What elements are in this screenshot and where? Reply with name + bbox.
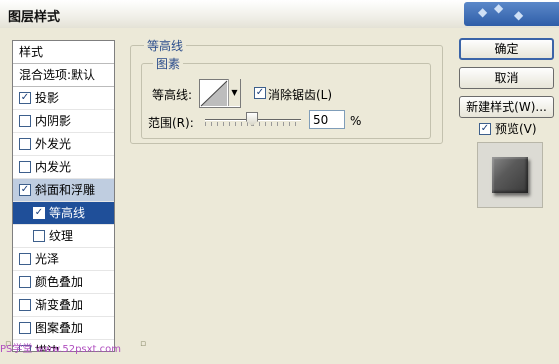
- titlebar: 图层样式 ◆ ◆ ◆: [0, 0, 559, 29]
- antialias-label[interactable]: 消除锯齿(L): [268, 86, 332, 103]
- ok-button[interactable]: 确定: [459, 38, 554, 60]
- close-button-area[interactable]: ◆ ◆ ◆: [464, 1, 559, 26]
- style-item-2[interactable]: 内阴影: [13, 110, 114, 133]
- style-item-label: 投影: [35, 91, 60, 105]
- style-checkbox[interactable]: [19, 275, 31, 288]
- preview-toggle[interactable]: ✓ 预览(V): [479, 120, 537, 137]
- range-input[interactable]: 50: [309, 110, 345, 129]
- contour-label: 等高线:: [152, 88, 193, 102]
- style-list-header: 样式: [13, 41, 114, 64]
- preview-checkbox[interactable]: ✓: [479, 122, 491, 135]
- style-item-label: 外发光: [35, 137, 72, 151]
- blend-options-item[interactable]: 混合选项:默认: [13, 64, 114, 87]
- style-item-5[interactable]: ✓ 斜面和浮雕: [13, 179, 114, 202]
- style-item-label: 纹理: [49, 229, 74, 243]
- style-item-label: 颜色叠加: [35, 275, 84, 289]
- style-checkbox[interactable]: [33, 229, 45, 242]
- preview-label[interactable]: 预览(V): [495, 122, 537, 136]
- style-item-7[interactable]: 纹理: [13, 225, 114, 248]
- style-item-label: 内发光: [35, 160, 72, 174]
- elements-group-title: 图素: [153, 55, 184, 72]
- style-item-label: 图案叠加: [35, 321, 84, 335]
- watermark: PS学堂 www.52psxt.com: [0, 344, 122, 355]
- style-checkbox[interactable]: [19, 160, 31, 173]
- style-item-label: 等高线: [49, 206, 86, 220]
- contour-curve-icon: [200, 80, 228, 107]
- resize-grip-icon: ▫: [140, 339, 147, 349]
- style-checkbox[interactable]: [19, 321, 31, 334]
- new-style-button[interactable]: 新建样式(W)...: [459, 96, 554, 118]
- style-item-label: 渐变叠加: [35, 298, 84, 312]
- style-checkbox[interactable]: [19, 298, 31, 311]
- style-item-8[interactable]: 光泽: [13, 248, 114, 271]
- style-checkbox[interactable]: ✓: [19, 91, 31, 104]
- style-item-1[interactable]: ✓ 投影: [13, 87, 114, 110]
- contour-dropdown-arrow[interactable]: ▼: [228, 79, 240, 106]
- style-item-11[interactable]: 图案叠加: [13, 317, 114, 340]
- style-checkbox[interactable]: ✓: [19, 183, 31, 196]
- style-item-label: 光泽: [35, 252, 60, 266]
- style-list: 样式 混合选项:默认 ✓ 投影内阴影外发光内发光 ✓ 斜面和浮雕 ✓ 等高线纹理光泽颜色叠…: [12, 40, 115, 352]
- style-item-4[interactable]: 内发光: [13, 156, 114, 179]
- cancel-button[interactable]: 取消: [459, 67, 554, 89]
- window-title: 图层样式: [8, 10, 61, 25]
- style-item-9[interactable]: 颜色叠加: [13, 271, 114, 294]
- contour-group-title: 等高线: [144, 37, 187, 54]
- style-checkbox[interactable]: [19, 252, 31, 265]
- preview-thumbnail: [477, 142, 543, 208]
- style-checkbox[interactable]: [19, 114, 31, 127]
- style-item-6[interactable]: ✓ 等高线: [13, 202, 114, 225]
- style-item-10[interactable]: 渐变叠加: [13, 294, 114, 317]
- preview-swatch: [492, 157, 528, 193]
- style-checkbox[interactable]: ✓: [33, 206, 45, 219]
- range-unit: %: [350, 114, 362, 128]
- style-checkbox[interactable]: [19, 137, 31, 150]
- style-item-label: 斜面和浮雕: [35, 183, 96, 197]
- range-label: 范围(R):: [148, 116, 194, 130]
- style-item-3[interactable]: 外发光: [13, 133, 114, 156]
- antialias-checkbox[interactable]: ✓: [254, 87, 266, 99]
- style-item-label: 内阴影: [35, 114, 72, 128]
